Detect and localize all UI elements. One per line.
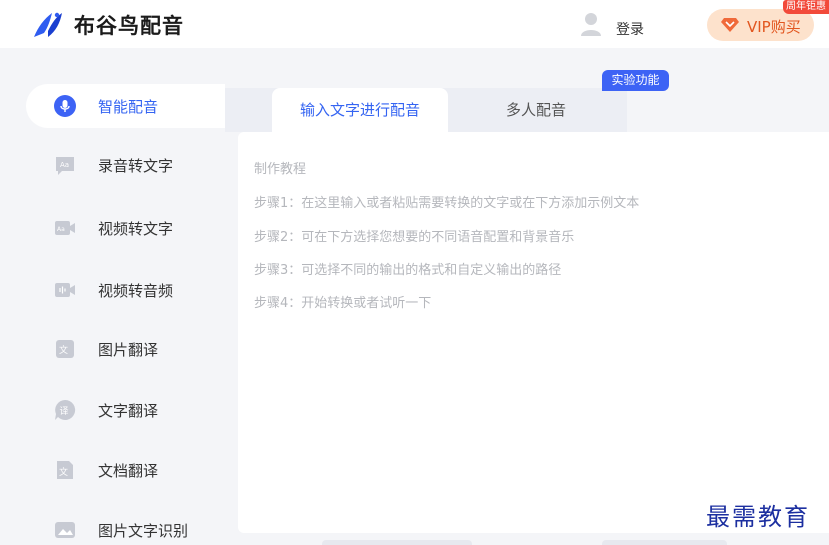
- experimental-badge: 实验功能: [602, 70, 669, 91]
- app-header: 布谷鸟配音 登录 VIP购买 周年钜惠: [0, 0, 829, 48]
- video-audio-icon: [55, 283, 75, 297]
- sidebar-item-label: 图片翻译: [98, 341, 159, 359]
- sidebar-item-smart-dubbing[interactable]: 智能配音: [26, 84, 225, 128]
- video-text-icon: Aa: [55, 221, 75, 235]
- document-translate-icon: 文: [57, 461, 73, 479]
- audio-text-icon: Aa: [56, 157, 74, 175]
- user-avatar-icon[interactable]: [580, 12, 602, 36]
- svg-text:文: 文: [59, 466, 68, 478]
- app-title: 布谷鸟配音: [74, 14, 184, 38]
- sidebar-item-document-translate[interactable]: 文 文档翻译: [26, 448, 225, 492]
- tutorial-step: 步骤3：可选择不同的输出的格式和自定义输出的路径: [254, 263, 562, 278]
- bird-logo-icon: [34, 12, 62, 37]
- sidebar-item-label: 录音转文字: [98, 157, 174, 175]
- text-translate-icon: 译: [55, 399, 76, 420]
- sidebar-item-audio-to-text[interactable]: Aa 录音转文字: [26, 143, 225, 187]
- svg-text:译: 译: [60, 406, 69, 417]
- bottom-toolbar-button[interactable]: [602, 540, 727, 545]
- sidebar-item-text-translate[interactable]: 译 文字翻译: [26, 388, 225, 432]
- diamond-icon: [721, 18, 739, 32]
- svg-text:Aa: Aa: [57, 226, 65, 233]
- tab-multi-voice[interactable]: 多人配音: [448, 88, 624, 132]
- tutorial-step: 步骤1：在这里输入或者粘贴需要转换的文字或在下方添加示例文本: [254, 196, 640, 211]
- watermark-text: 最需教育: [706, 503, 810, 531]
- bottom-toolbar-button[interactable]: [322, 540, 472, 545]
- image-translate-icon: 文: [56, 340, 74, 358]
- tutorial-step: 步骤4：开始转换或者试听一下: [254, 296, 432, 311]
- sidebar-item-video-to-text[interactable]: Aa 视频转文字: [26, 206, 225, 250]
- tutorial-title: 制作教程: [254, 162, 307, 177]
- vip-label: VIP购买: [747, 18, 801, 36]
- mic-icon: [54, 95, 76, 117]
- sidebar-item-label: 文字翻译: [98, 402, 159, 420]
- sidebar-item-label: 文档翻译: [98, 462, 159, 480]
- image-ocr-icon: [55, 522, 75, 538]
- sidebar-item-label: 智能配音: [98, 98, 159, 116]
- sidebar-item-image-translate[interactable]: 文 图片翻译: [26, 327, 225, 371]
- sidebar-item-label: 视频转文字: [98, 220, 174, 238]
- tab-text-dubbing[interactable]: 输入文字进行配音: [272, 88, 448, 132]
- sidebar-item-label: 图片文字识别: [98, 522, 189, 540]
- text-input-area[interactable]: 制作教程 步骤1：在这里输入或者粘贴需要转换的文字或在下方添加示例文本 步骤2：…: [238, 132, 829, 533]
- promo-badge: 周年钜惠: [783, 0, 829, 14]
- sidebar-item-video-to-audio[interactable]: 视频转音频: [26, 268, 225, 312]
- login-link[interactable]: 登录: [616, 19, 644, 39]
- tutorial-step: 步骤2：可在下方选择您想要的不同语音配置和背景音乐: [254, 230, 575, 245]
- sidebar-item-label: 视频转音频: [98, 282, 174, 300]
- svg-text:Aa: Aa: [60, 161, 69, 169]
- sidebar-item-image-ocr[interactable]: 图片文字识别: [26, 508, 225, 545]
- svg-text:文: 文: [59, 344, 68, 356]
